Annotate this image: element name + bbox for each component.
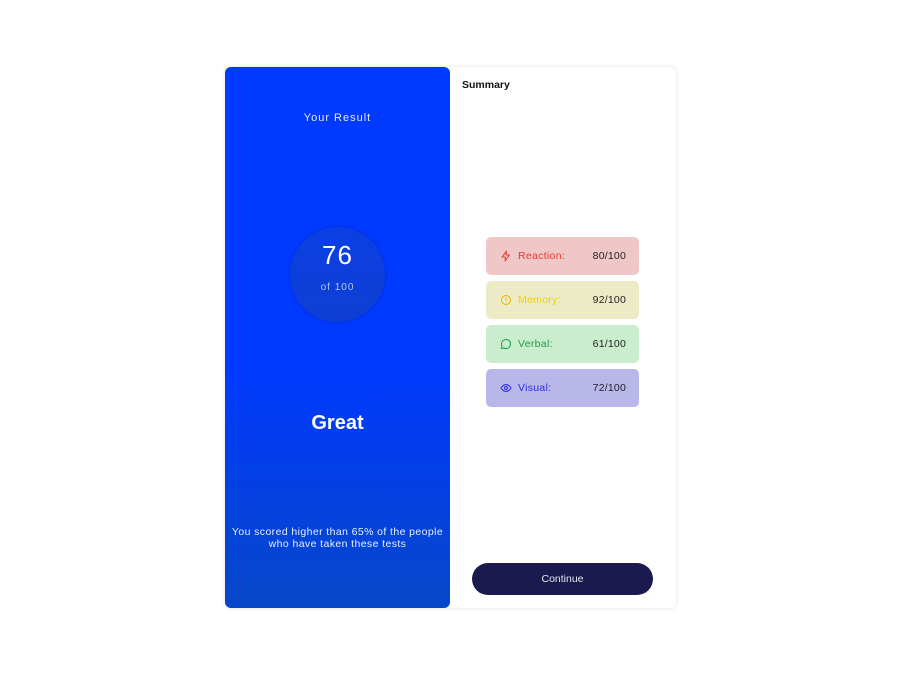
result-description: You scored higher than 65% of the people… <box>231 526 444 550</box>
summary-item-reaction: Reaction: 80/100 <box>486 237 639 275</box>
summary-item-value: 72/100 <box>592 382 626 394</box>
score-value: 76 <box>322 240 353 270</box>
summary-item-visual: Visual: 72/100 <box>486 369 639 407</box>
score-of: of 100 <box>320 282 355 293</box>
summary-panel: Summary Reaction: 80/100 Memory: 92/100 <box>450 67 676 608</box>
summary-item-label: Memory: <box>518 294 561 306</box>
chat-icon <box>500 338 512 350</box>
summary-list: Reaction: 80/100 Memory: 92/100 Verbal: … <box>486 237 639 413</box>
result-panel: Your Result 76 of 100 Great You scored h… <box>225 67 450 608</box>
continue-button[interactable]: Continue <box>472 563 653 595</box>
summary-item-label: Reaction: <box>518 250 566 262</box>
summary-title: Summary <box>462 79 510 91</box>
summary-item-label: Visual: <box>518 382 552 394</box>
score-circle: 76 of 100 <box>290 227 385 322</box>
rating-label: Great <box>311 412 364 434</box>
brain-icon <box>500 294 512 306</box>
eye-icon <box>500 382 512 394</box>
lightning-icon <box>500 250 512 262</box>
summary-item-memory: Memory: 92/100 <box>486 281 639 319</box>
summary-item-value: 80/100 <box>592 250 626 262</box>
summary-item-value: 92/100 <box>592 294 626 306</box>
summary-item-value: 61/100 <box>592 338 626 350</box>
summary-item-label: Verbal: <box>518 338 553 350</box>
result-title: Your Result <box>303 112 372 124</box>
results-card: Your Result 76 of 100 Great You scored h… <box>225 67 676 608</box>
summary-item-verbal: Verbal: 61/100 <box>486 325 639 363</box>
